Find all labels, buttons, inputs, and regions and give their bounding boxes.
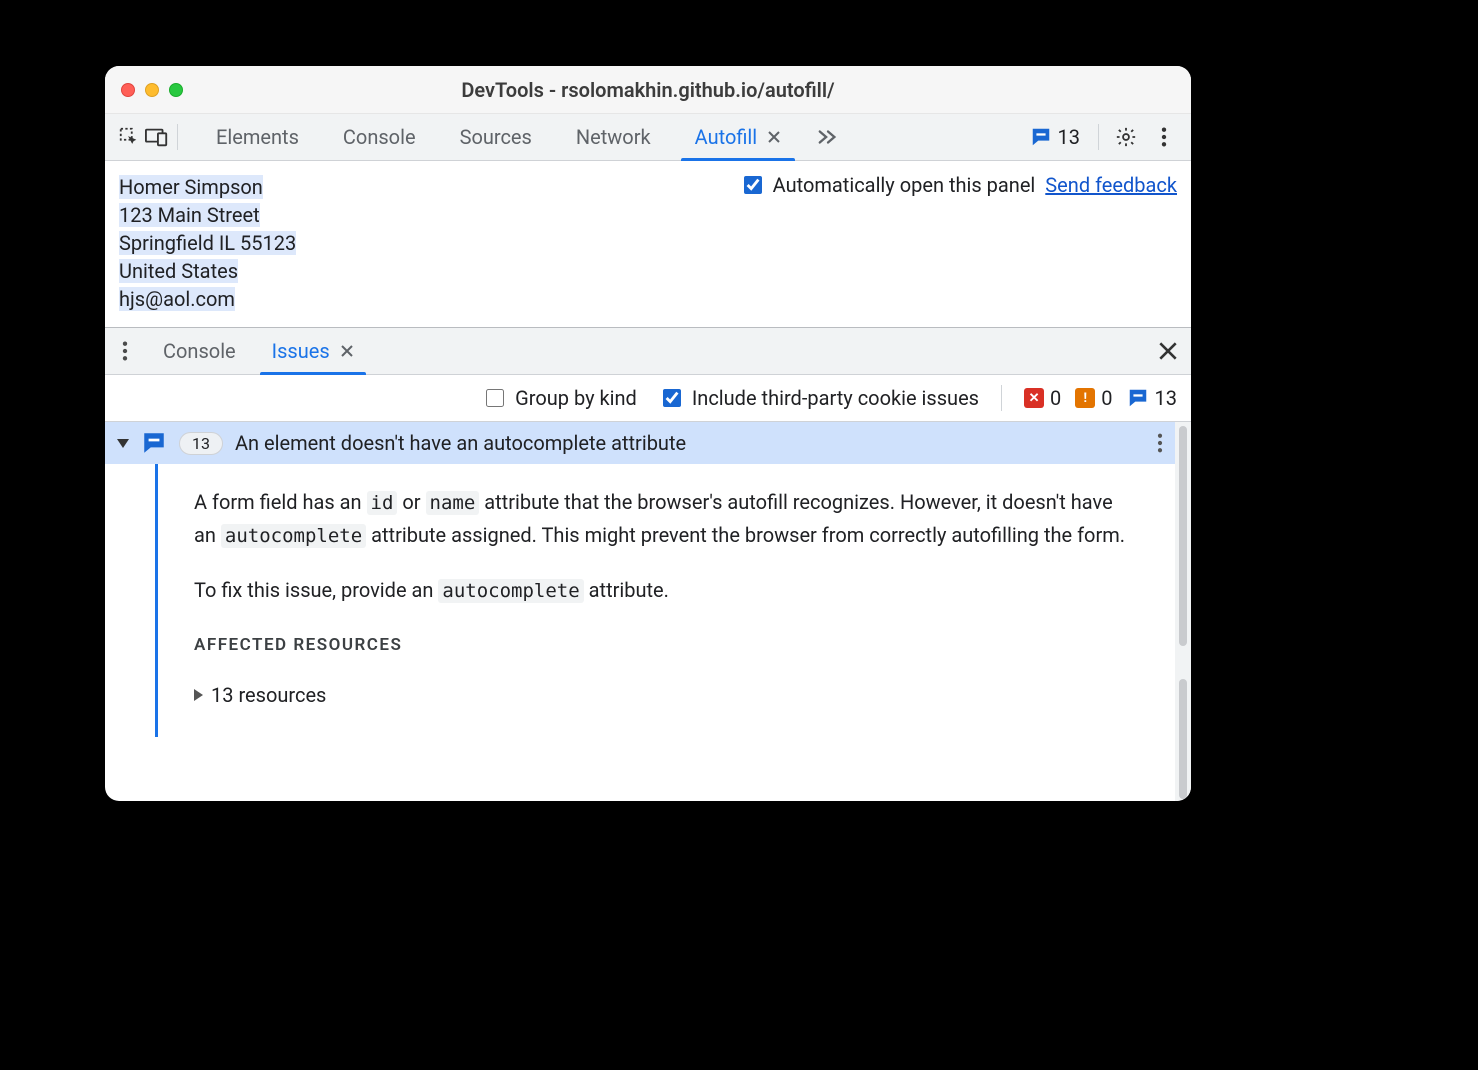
close-drawer-icon[interactable]	[1145, 328, 1191, 374]
code-autocomplete: autocomplete	[221, 524, 366, 548]
code-id: id	[367, 491, 398, 515]
close-tab-icon[interactable]	[767, 130, 781, 144]
resources-count-label: 13 resources	[211, 679, 326, 711]
device-toggle-icon[interactable]	[143, 127, 171, 147]
issue-paragraph: To fix this issue, provide an autocomple…	[194, 574, 1139, 607]
issue-kind-icon	[141, 430, 167, 456]
minimize-window-button[interactable]	[145, 83, 159, 97]
drawer-tab-issues-label: Issues	[272, 339, 330, 363]
autofill-preview: Homer Simpson 123 Main Street Springfiel…	[119, 173, 296, 313]
issues-filter-bar: Group by kind Include third-party cookie…	[105, 375, 1191, 422]
window-title: DevTools - rsolomakhin.github.io/autofil…	[105, 78, 1191, 102]
issue-detail: A form field has an id or name attribute…	[155, 464, 1175, 737]
drawer-tab-issues[interactable]: Issues	[254, 328, 372, 374]
drawer-menu-icon[interactable]	[105, 328, 145, 374]
tab-network[interactable]: Network	[554, 114, 673, 160]
issue-row-menu-icon[interactable]	[1157, 433, 1163, 453]
code-autocomplete: autocomplete	[438, 579, 583, 603]
tab-sources[interactable]: Sources	[438, 114, 554, 160]
tab-autofill[interactable]: Autofill	[673, 114, 804, 160]
traffic-lights	[121, 83, 183, 97]
error-count[interactable]: ✕ 0	[1024, 386, 1061, 410]
tab-autofill-label: Autofill	[695, 125, 758, 149]
more-tabs-icon[interactable]	[803, 114, 853, 160]
drawer-tab-console[interactable]: Console	[145, 328, 254, 374]
issue-count-pill: 13	[179, 432, 223, 455]
kebab-menu-icon[interactable]	[1147, 127, 1181, 147]
address-line: Springfield IL 55123	[119, 231, 296, 255]
devtools-window: DevTools - rsolomakhin.github.io/autofil…	[105, 66, 1191, 801]
issues-counter[interactable]: 13	[1022, 125, 1088, 149]
address-line: hjs@aol.com	[119, 287, 235, 311]
issue-counts: ✕ 0 ! 0 13	[1024, 386, 1177, 410]
window-titlebar: DevTools - rsolomakhin.github.io/autofil…	[105, 66, 1191, 114]
address-line: United States	[119, 259, 238, 283]
vertical-scrollbar[interactable]	[1175, 422, 1191, 801]
main-toolbar: Elements Console Sources Network Autofil…	[105, 114, 1191, 161]
drawer-toolbar: Console Issues	[105, 328, 1191, 375]
settings-icon[interactable]	[1109, 126, 1143, 148]
tab-elements[interactable]: Elements	[194, 114, 321, 160]
scrollbar-thumb[interactable]	[1179, 426, 1187, 646]
maximize-window-button[interactable]	[169, 83, 183, 97]
code-name: name	[426, 491, 480, 515]
info-count[interactable]: 13	[1127, 386, 1177, 410]
group-by-kind-label: Group by kind	[515, 386, 637, 410]
close-window-button[interactable]	[121, 83, 135, 97]
issue-row[interactable]: 13 An element doesn't have an autocomple…	[105, 422, 1175, 464]
warning-count[interactable]: ! 0	[1075, 386, 1112, 410]
disclosure-triangle-right-icon	[194, 689, 203, 701]
issues-body: 13 An element doesn't have an autocomple…	[105, 422, 1191, 801]
group-by-kind-checkbox[interactable]: Group by kind	[482, 386, 637, 410]
tab-console[interactable]: Console	[321, 114, 438, 160]
include-third-party-label: Include third-party cookie issues	[692, 386, 979, 410]
panel-tabs: Elements Console Sources Network Autofil…	[194, 114, 853, 160]
autofill-panel: Homer Simpson 123 Main Street Springfiel…	[105, 161, 1191, 328]
issues-bubble-icon	[1030, 126, 1052, 148]
error-icon: ✕	[1024, 388, 1044, 408]
inspect-icon[interactable]	[115, 126, 143, 148]
include-third-party-checkbox[interactable]: Include third-party cookie issues	[659, 386, 979, 410]
auto-open-checkbox[interactable]: Automatically open this panel	[740, 173, 1036, 197]
disclosure-triangle-down-icon[interactable]	[117, 439, 129, 448]
close-drawer-tab-icon[interactable]	[340, 344, 354, 358]
issue-paragraph: A form field has an id or name attribute…	[194, 486, 1139, 552]
address-line: 123 Main Street	[119, 203, 260, 227]
scrollbar-thumb[interactable]	[1179, 679, 1187, 799]
warning-icon: !	[1075, 388, 1095, 408]
address-line: Homer Simpson	[119, 175, 263, 199]
affected-resources-toggle[interactable]: 13 resources	[194, 679, 1139, 711]
auto-open-label: Automatically open this panel	[773, 173, 1036, 197]
info-icon	[1127, 387, 1149, 409]
send-feedback-link[interactable]: Send feedback	[1045, 173, 1177, 197]
issue-title: An element doesn't have an autocomplete …	[235, 431, 686, 455]
issues-count-text: 13	[1058, 125, 1080, 149]
affected-resources-heading: AFFECTED RESOURCES	[194, 629, 1139, 661]
